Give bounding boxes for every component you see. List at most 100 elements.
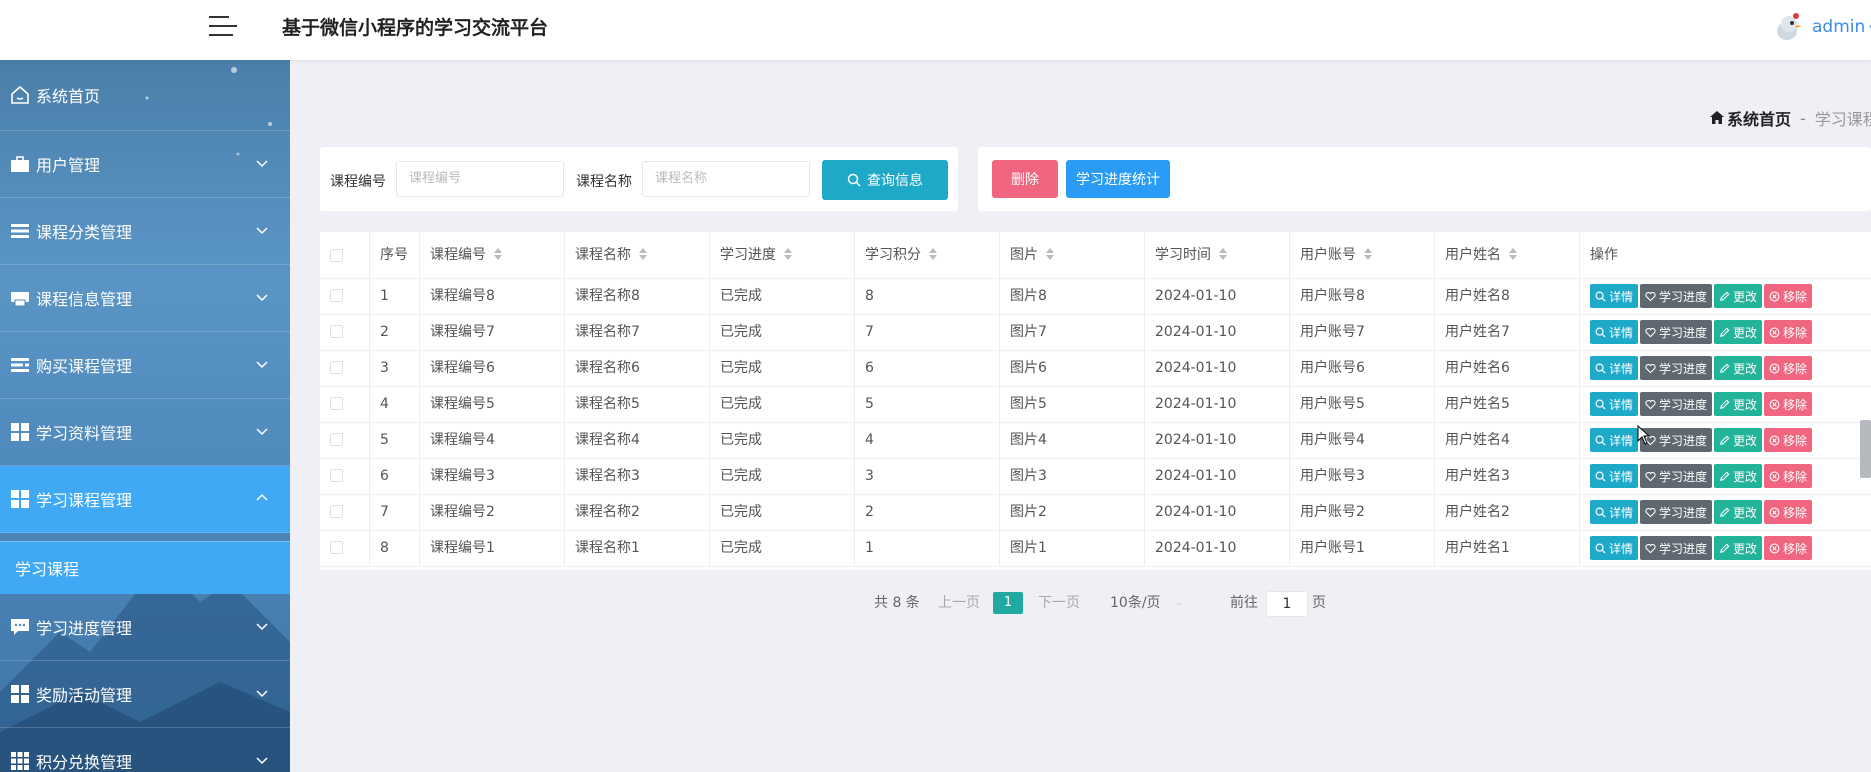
progress-button[interactable]: 学习进度 (1640, 392, 1713, 416)
sidebar-item-purchase[interactable]: 购买课程管理 (0, 332, 290, 399)
header-points[interactable]: 学习积分 (855, 232, 1000, 278)
remove-button[interactable]: 移除 (1764, 464, 1813, 488)
cell-image: 图片2 (1000, 494, 1145, 530)
row-checkbox[interactable] (330, 505, 343, 518)
cell-account: 用户账号7 (1290, 314, 1435, 350)
scrollbar[interactable] (1860, 420, 1871, 478)
sort-icon[interactable] (1219, 248, 1227, 260)
row-checkbox[interactable] (330, 289, 343, 302)
remove-button[interactable]: 移除 (1764, 428, 1813, 452)
sidebar-item-materials[interactable]: 学习资料管理 (0, 399, 290, 466)
progress-button[interactable]: 学习进度 (1640, 356, 1713, 380)
header-image[interactable]: 图片 (1000, 232, 1145, 278)
menu-toggle-icon[interactable] (209, 14, 237, 38)
edit-button[interactable]: 更改 (1714, 284, 1763, 308)
row-checkbox[interactable] (330, 325, 343, 338)
header-username[interactable]: 用户姓名 (1435, 232, 1580, 278)
remove-button-label: 移除 (1783, 325, 1808, 340)
remove-button[interactable]: 移除 (1764, 536, 1813, 560)
goto-page-input[interactable]: 1 (1266, 591, 1308, 617)
cell-no: 7 (370, 494, 420, 530)
header-account[interactable]: 用户账号 (1290, 232, 1435, 278)
detail-button[interactable]: 详情 (1590, 284, 1639, 308)
sidebar-item-points-exchange[interactable]: 积分兑换管理 (0, 728, 290, 772)
edit-button[interactable]: 更改 (1714, 464, 1763, 488)
row-checkbox[interactable] (330, 361, 343, 374)
sidebar-item-course-category[interactable]: 课程分类管理 (0, 198, 290, 265)
row-checkbox[interactable] (330, 541, 343, 554)
header-code[interactable]: 课程编号 (420, 232, 565, 278)
remove-button[interactable]: 移除 (1764, 392, 1813, 416)
sidebar-item-rewards[interactable]: 奖励活动管理 (0, 661, 290, 728)
row-checkbox[interactable] (330, 469, 343, 482)
header-name-label: 课程名称 (575, 247, 631, 263)
close-circle-icon (1769, 471, 1780, 481)
username: admin (1812, 17, 1866, 37)
edit-button[interactable]: 更改 (1714, 428, 1763, 452)
page-1-button[interactable]: 1 (993, 592, 1023, 614)
sort-icon[interactable] (639, 248, 647, 260)
detail-button[interactable]: 详情 (1590, 428, 1639, 452)
edit-button[interactable]: 更改 (1714, 536, 1763, 560)
sidebar-item-users[interactable]: 用户管理 (0, 131, 290, 198)
table-row: 4 课程编号5 课程名称5 已完成 5 图片5 2024-01-10 用户账号5… (320, 386, 1871, 423)
cell-code: 课程编号6 (420, 350, 565, 386)
progress-button[interactable]: 学习进度 (1640, 320, 1713, 344)
detail-button[interactable]: 详情 (1590, 392, 1639, 416)
remove-button[interactable]: 移除 (1764, 320, 1813, 344)
progress-stats-button[interactable]: 学习进度统计 (1066, 160, 1170, 198)
cell-time: 2024-01-10 (1145, 350, 1290, 386)
header-time[interactable]: 学习时间 (1145, 232, 1290, 278)
sort-icon[interactable] (494, 248, 502, 260)
detail-button[interactable]: 详情 (1590, 536, 1639, 560)
sort-icon[interactable] (1509, 248, 1517, 260)
breadcrumb-home[interactable]: 系统首页 (1727, 106, 1791, 130)
row-checkbox[interactable] (330, 397, 343, 410)
remove-button[interactable]: 移除 (1764, 500, 1813, 524)
progress-button-label: 学习进度 (1659, 541, 1708, 556)
prev-page-button[interactable]: 上一页 (938, 590, 980, 616)
row-checkbox[interactable] (330, 433, 343, 446)
detail-button[interactable]: 详情 (1590, 356, 1639, 380)
table-row: 1 课程编号8 课程名称8 已完成 8 图片8 2024-01-10 用户账号8… (320, 278, 1871, 315)
cell-points: 6 (855, 350, 1000, 386)
page-size-select[interactable]: 10条/页 (1110, 590, 1161, 616)
course-code-input[interactable]: 课程编号 (396, 161, 564, 197)
sidebar-item-study-courses[interactable]: 学习课程管理 (0, 466, 290, 533)
edit-button[interactable]: 更改 (1714, 320, 1763, 344)
cell-points: 1 (855, 530, 1000, 566)
sort-icon[interactable] (1364, 248, 1372, 260)
remove-button[interactable]: 移除 (1764, 284, 1813, 308)
user-menu[interactable]: admin ▾ (1774, 12, 1871, 42)
edit-button[interactable]: 更改 (1714, 392, 1763, 416)
sidebar-item-course-info[interactable]: 课程信息管理 (0, 265, 290, 332)
sort-icon[interactable] (929, 248, 937, 260)
remove-button[interactable]: 移除 (1764, 356, 1813, 380)
cell-time: 2024-01-10 (1145, 422, 1290, 458)
header-name[interactable]: 课程名称 (565, 232, 710, 278)
progress-button[interactable]: 学习进度 (1640, 284, 1713, 308)
progress-button[interactable]: 学习进度 (1640, 500, 1713, 524)
edit-button[interactable]: 更改 (1714, 500, 1763, 524)
edit-button[interactable]: 更改 (1714, 356, 1763, 380)
delete-button[interactable]: 删除 (992, 160, 1058, 198)
progress-button[interactable]: 学习进度 (1640, 536, 1713, 560)
select-all-checkbox[interactable] (330, 249, 343, 262)
detail-button[interactable]: 详情 (1590, 464, 1639, 488)
cell-username: 用户姓名7 (1435, 314, 1580, 350)
next-page-button[interactable]: 下一页 (1038, 590, 1080, 616)
sort-icon[interactable] (784, 248, 792, 260)
sort-icon[interactable] (1046, 248, 1054, 260)
header-progress[interactable]: 学习进度 (710, 232, 855, 278)
detail-button[interactable]: 详情 (1590, 500, 1639, 524)
submenu-item-study-course[interactable]: 学习课程 (0, 541, 290, 594)
detail-button[interactable]: 详情 (1590, 320, 1639, 344)
course-name-input[interactable]: 课程名称 (642, 161, 810, 197)
cell-image: 图片7 (1000, 314, 1145, 350)
cell-name: 课程名称2 (565, 494, 710, 530)
progress-button[interactable]: 学习进度 (1640, 464, 1713, 488)
query-button[interactable]: 查询信息 (822, 160, 948, 200)
cell-username: 用户姓名3 (1435, 458, 1580, 494)
sidebar-item-home[interactable]: 系统首页 (0, 60, 290, 131)
cell-account: 用户账号6 (1290, 350, 1435, 386)
